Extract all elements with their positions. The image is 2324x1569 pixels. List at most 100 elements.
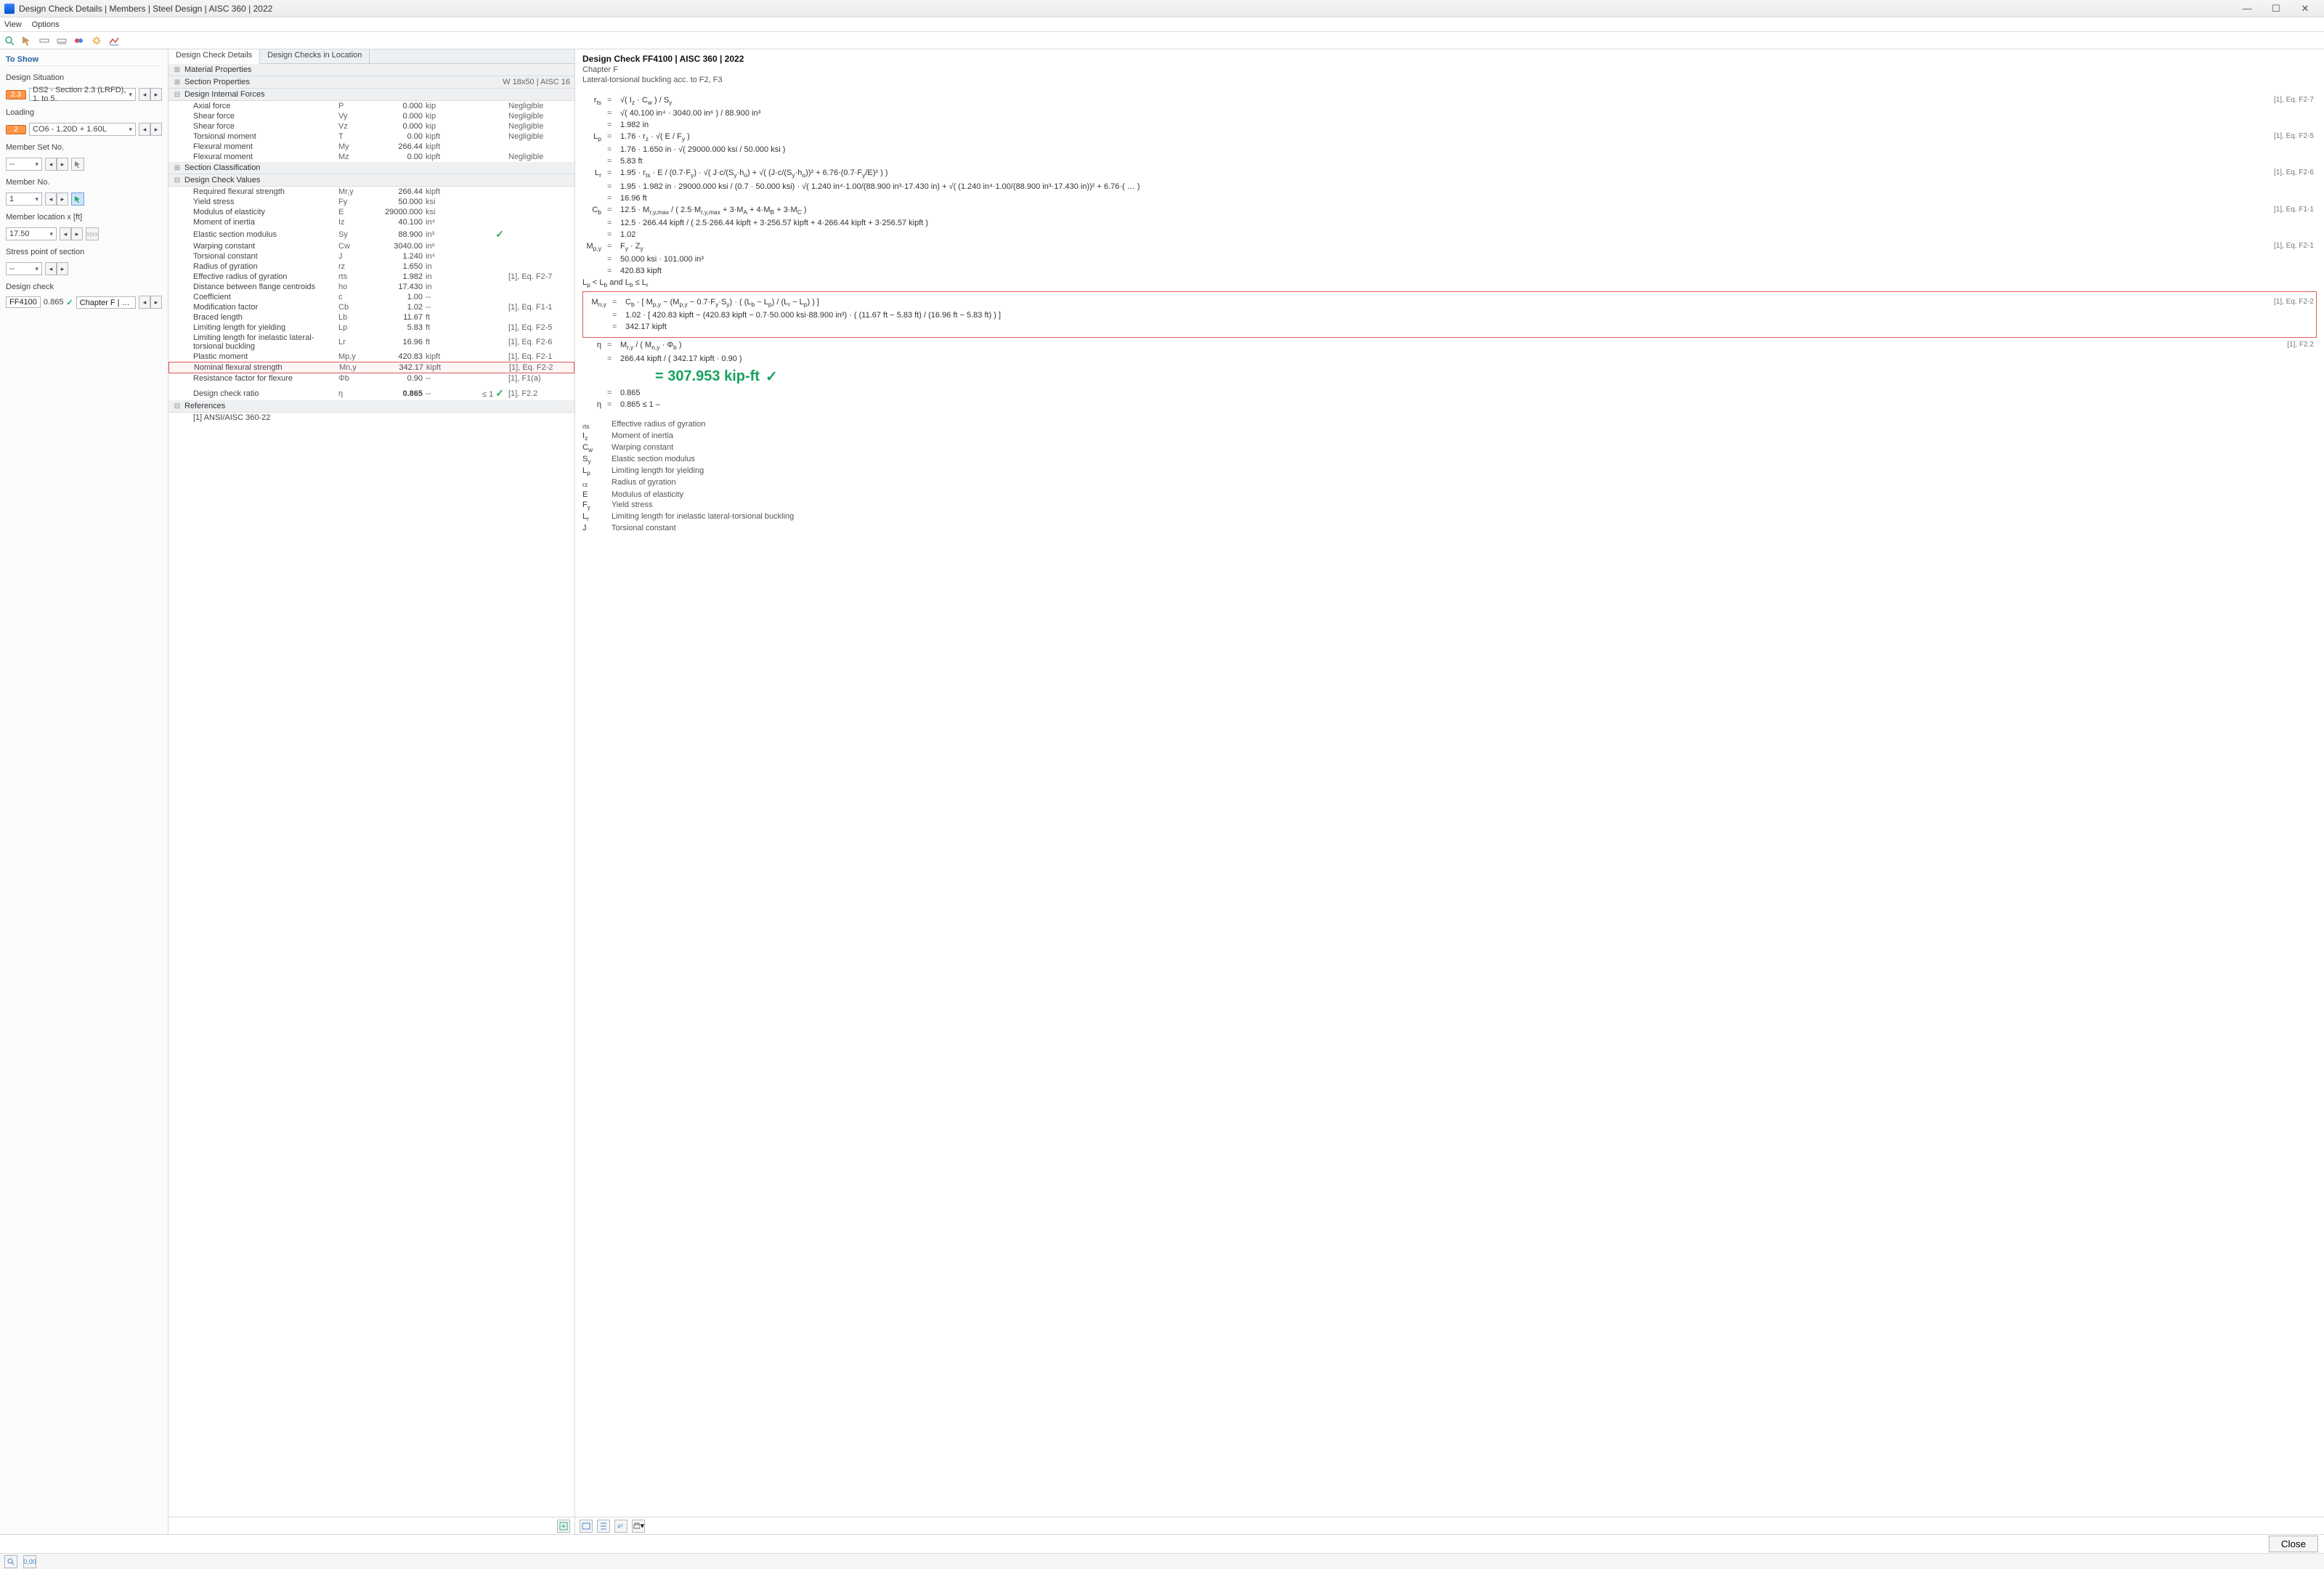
tree-row[interactable]: Modification factorCb1.02--[1], Eq. F1-1 xyxy=(168,302,574,312)
tree-row[interactable]: Flexural momentMy266.44kipft xyxy=(168,142,574,152)
tree-row[interactable]: Design check ratioη0.865--≤ 1 ✓[1], F2.2 xyxy=(168,386,574,400)
section-header[interactable]: ⊟Design Internal Forces xyxy=(168,89,574,101)
tree-row[interactable]: Coefficientc1.00-- xyxy=(168,292,574,302)
ml-prev-button[interactable]: ◂ xyxy=(60,227,71,240)
memberset-combo[interactable]: --▾ xyxy=(6,158,42,171)
tree-row[interactable]: Required flexural strengthMr,y266.44kipf… xyxy=(168,187,574,197)
dc-text-combo[interactable]: Chapter F | Lateral-torsio... ▾ xyxy=(76,296,136,309)
tree-row[interactable]: Distance between flange centroidsho17.43… xyxy=(168,282,574,292)
symbol-row: IzMoment of inertia xyxy=(582,431,2317,442)
tb-cursor-icon[interactable] xyxy=(20,34,33,47)
close-window-button[interactable]: ✕ xyxy=(2291,0,2320,17)
symbol-row: CwWarping constant xyxy=(582,442,2317,454)
tree-row[interactable]: Nominal flexural strengthMn,y342.17kipft… xyxy=(168,362,574,373)
maximize-button[interactable]: ☐ xyxy=(2262,0,2291,17)
designcheck-label: Design check xyxy=(6,283,162,291)
left-panel: To Show Design Situation 2.3 DS2 - Secti… xyxy=(0,49,168,1534)
tb-chart-icon[interactable] xyxy=(107,34,121,47)
section-header[interactable]: ⊞Section PropertiesW 18x50 | AISC 16 xyxy=(168,76,574,89)
tree-row[interactable]: Limiting length for inelastic lateral-to… xyxy=(168,333,574,352)
load-prev-button[interactable]: ◂ xyxy=(139,123,150,136)
statusbar: 0,00 xyxy=(0,1553,2324,1569)
design-situation-combo[interactable]: DS2 - Section 2.3 (LRFD), 1. to 5.▾ xyxy=(29,88,136,101)
ms-prev-button[interactable]: ◂ xyxy=(45,158,57,171)
dc-prev-button[interactable]: ◂ xyxy=(139,296,150,309)
center-panel: Design Check Details Design Checks in Lo… xyxy=(168,49,575,1534)
tree-row[interactable]: Yield stressFy50.000ksi xyxy=(168,197,574,207)
tree-row[interactable]: Torsional constantJ1.240in⁴ xyxy=(168,251,574,262)
tree-row[interactable]: Warping constantCw3040.00in⁶ xyxy=(168,241,574,251)
rp-tb1-icon[interactable] xyxy=(580,1520,593,1533)
stresspt-combo[interactable]: --▾ xyxy=(6,262,42,275)
loading-label: Loading xyxy=(6,108,162,117)
tree-row[interactable]: Braced lengthLb11.67ft xyxy=(168,312,574,323)
sp-prev-button[interactable]: ◂ xyxy=(45,262,57,275)
rp-tb3-icon[interactable]: x² xyxy=(614,1520,627,1533)
tree-row[interactable]: Resistance factor for flexureΦb0.90--[1]… xyxy=(168,373,574,384)
tab-location[interactable]: Design Checks in Location xyxy=(260,49,370,63)
rp-chapter: Chapter F xyxy=(582,65,2317,74)
minimize-button[interactable]: ― xyxy=(2232,0,2262,17)
ms-next-button[interactable]: ▸ xyxy=(57,158,68,171)
tree-row[interactable]: Moment of inertiaIz40.100in⁴ xyxy=(168,217,574,227)
symbol-row: LpLimiting length for yielding xyxy=(582,466,2317,477)
tb-gear-icon[interactable] xyxy=(90,34,103,47)
rp-print-icon[interactable]: ▾ xyxy=(632,1520,645,1533)
sb-units-icon[interactable]: 0,00 xyxy=(23,1555,36,1568)
tree-row[interactable]: Torsional momentT0.00kipftNegligible xyxy=(168,131,574,142)
ds-prev-button[interactable]: ◂ xyxy=(139,88,150,101)
center-export-icon[interactable] xyxy=(557,1520,570,1533)
tree-row[interactable]: Shear forceVy0.000kipNegligible xyxy=(168,111,574,121)
window-title: Design Check Details | Members | Steel D… xyxy=(19,4,272,14)
sb-search-icon[interactable] xyxy=(4,1555,17,1568)
ml-next-button[interactable]: ▸ xyxy=(71,227,83,240)
tree-row[interactable]: Flexural momentMz0.00kipftNegligible xyxy=(168,152,574,162)
ml-x-icon[interactable]: x|xs xyxy=(86,227,99,240)
symbol-row: SyElastic section modulus xyxy=(582,454,2317,466)
tree-row[interactable]: Axial forceP0.000kipNegligible xyxy=(168,101,574,111)
section-header[interactable]: ⊞Section Classification xyxy=(168,162,574,174)
tree-row[interactable]: Elastic section modulusSy88.900in³✓ xyxy=(168,227,574,241)
section-header[interactable]: ⊟References xyxy=(168,400,574,413)
close-button[interactable]: Close xyxy=(2269,1536,2318,1552)
menu-view[interactable]: View xyxy=(4,20,22,29)
memberset-label: Member Set No. xyxy=(6,143,162,152)
dc-next-button[interactable]: ▸ xyxy=(150,296,162,309)
symbol-row: FyYield stress xyxy=(582,500,2317,511)
ds-next-button[interactable]: ▸ xyxy=(150,88,162,101)
ms-pick-icon[interactable] xyxy=(71,158,84,171)
tb-beam2-icon[interactable] xyxy=(55,34,68,47)
svg-text:x²: x² xyxy=(617,1523,623,1530)
tb-beam-icon[interactable] xyxy=(38,34,51,47)
tree-row[interactable]: Limiting length for yieldingLp5.83ft[1],… xyxy=(168,323,574,333)
result-value: = 307.953 kip-ft✓ xyxy=(655,368,2317,386)
tree-row[interactable]: Effective radius of gyrationrts1.982in[1… xyxy=(168,272,574,282)
m-next-button[interactable]: ▸ xyxy=(57,192,68,206)
menu-options[interactable]: Options xyxy=(32,20,60,29)
sp-next-button[interactable]: ▸ xyxy=(57,262,68,275)
member-combo[interactable]: 1▾ xyxy=(6,192,42,206)
tb-colors-icon[interactable] xyxy=(73,34,86,47)
load-next-button[interactable]: ▸ xyxy=(150,123,162,136)
section-header[interactable]: ⊟Design Check Values xyxy=(168,174,574,187)
memberloc-combo[interactable]: 17.50▾ xyxy=(6,227,57,240)
dc-ratio: 0.865 xyxy=(44,298,64,307)
tree-row[interactable]: Plastic momentMp,y420.83kipft[1], Eq. F2… xyxy=(168,352,574,362)
tab-details[interactable]: Design Check Details xyxy=(168,49,260,64)
symbol-row: LrLimiting length for inelastic lateral-… xyxy=(582,511,2317,523)
tree-row[interactable]: [1] ANSI/AISC 360-22 xyxy=(168,413,574,423)
left-header: To Show xyxy=(6,52,162,66)
tree-row[interactable]: Modulus of elasticityE29000.000ksi xyxy=(168,207,574,217)
m-prev-button[interactable]: ◂ xyxy=(45,192,57,206)
tree-row[interactable]: Shear forceVz0.000kipNegligible xyxy=(168,121,574,131)
loading-badge: 2 xyxy=(6,125,26,134)
dc-id: FF4100 xyxy=(6,296,41,308)
loading-combo[interactable]: CO6 - 1.20D + 1.60L▾ xyxy=(29,123,136,136)
rp-tb2-icon[interactable] xyxy=(597,1520,610,1533)
m-pick-icon[interactable] xyxy=(71,192,84,206)
symbol-legend: rtsEffective radius of gyrationIzMoment … xyxy=(582,419,2317,534)
section-header[interactable]: ⊞Material Properties xyxy=(168,64,574,76)
tree-row[interactable]: Radius of gyrationrz1.650in xyxy=(168,262,574,272)
tb-search-icon[interactable] xyxy=(3,34,16,47)
member-label: Member No. xyxy=(6,178,162,187)
